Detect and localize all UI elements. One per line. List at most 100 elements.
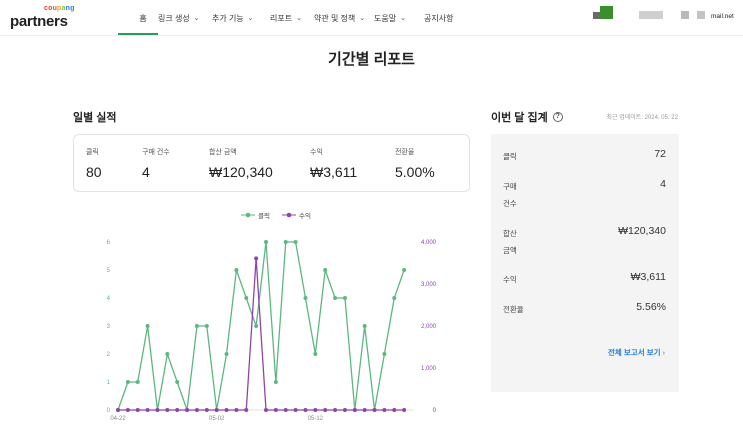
nav-item-2[interactable]: 추가 기능 ⌄ bbox=[212, 0, 270, 36]
stat-label: 합산 금액 bbox=[209, 149, 237, 156]
legend-marker-clicks-icon bbox=[241, 212, 256, 218]
stat-clicks: 클릭 80 bbox=[86, 147, 102, 180]
nav-item-6[interactable]: 공지사항 bbox=[424, 0, 468, 36]
legend-marker-earnings-icon bbox=[282, 212, 296, 218]
nav-item-5[interactable]: 도움말 ⌄ bbox=[374, 0, 424, 36]
data-point-earnings bbox=[244, 408, 249, 412]
right-axis-tick-label: 2,000 bbox=[421, 324, 437, 330]
data-point-earnings bbox=[224, 408, 229, 412]
right-axis-tick-label: 0 bbox=[433, 408, 437, 414]
data-point-clicks bbox=[194, 324, 199, 328]
chevron-down-icon: ⌄ bbox=[296, 15, 302, 22]
left-axis-tick-label: 3 bbox=[107, 324, 111, 330]
data-point-clicks bbox=[254, 324, 259, 328]
data-point-clicks bbox=[283, 240, 288, 244]
data-point-clicks bbox=[175, 380, 180, 384]
user-email: mail.net bbox=[711, 13, 734, 20]
stat-label: 전환율 bbox=[395, 149, 415, 156]
data-point-earnings bbox=[165, 408, 170, 412]
data-point-earnings bbox=[145, 408, 150, 412]
nav-label: 홈 bbox=[139, 13, 147, 23]
data-point-earnings bbox=[362, 408, 367, 412]
data-point-clicks bbox=[333, 296, 338, 300]
daily-stats-card: 클릭 80 구매 건수 4 합산 금액 ₩120,340 수익 ₩3,611 전… bbox=[73, 134, 470, 192]
monthly-title-text: 이번 달 집계 bbox=[491, 112, 548, 124]
data-point-earnings bbox=[372, 408, 377, 412]
logo-partners-text: partners bbox=[10, 13, 68, 30]
stat-label: 클릭 bbox=[86, 149, 99, 156]
chart-plot-area: 0 1 2 3 4 5 6 0 1,000 2,000 3,000 4,000 04-22 05-02 05… bbox=[107, 240, 437, 422]
user-area[interactable]: mail.net bbox=[593, 0, 743, 36]
data-point-clicks bbox=[323, 268, 328, 272]
right-axis-tick-label: 1,000 bbox=[421, 366, 437, 372]
redacted-username bbox=[639, 11, 663, 19]
data-point-earnings bbox=[234, 408, 239, 412]
data-point-clicks bbox=[204, 324, 209, 328]
stat-earnings: 수익 ₩3,611 bbox=[310, 147, 357, 180]
data-point-clicks bbox=[264, 240, 268, 244]
data-point-clicks bbox=[382, 352, 387, 356]
top-navigation-bar: coupang partners 홈 링크 생성 ⌄ 추가 기능 ⌄ 리포트 ⌄ 약관 및 정… bbox=[0, 0, 743, 36]
data-point-earnings bbox=[155, 408, 160, 412]
legend-item-earnings[interactable]: 수익 bbox=[282, 210, 311, 220]
nav-label: 공지사항 bbox=[424, 13, 454, 23]
data-point-clicks bbox=[135, 380, 140, 384]
nav-item-0[interactable]: 홈 bbox=[118, 0, 158, 36]
help-icon[interactable]: ? bbox=[552, 112, 563, 122]
data-point-earnings bbox=[333, 408, 338, 412]
chevron-down-icon: ⌄ bbox=[193, 15, 200, 22]
nav-label: 도움말 bbox=[374, 13, 397, 23]
chart-legend: 클릭 수익 bbox=[96, 208, 456, 222]
nav-label: 리포트 bbox=[270, 13, 293, 23]
x-axis-tick-label: 04-22 bbox=[110, 416, 126, 422]
left-axis-tick-label: 0 bbox=[107, 408, 111, 414]
x-axis-tick-label: 05-02 bbox=[209, 416, 225, 422]
summary-value: 4 bbox=[660, 178, 666, 190]
data-point-earnings bbox=[116, 408, 120, 412]
data-point-earnings bbox=[293, 408, 298, 412]
nav-item-1[interactable]: 링크 생성 ⌄ bbox=[158, 0, 212, 36]
data-point-clicks bbox=[342, 296, 347, 300]
data-point-earnings bbox=[392, 408, 397, 412]
left-axis-tick-label: 5 bbox=[107, 268, 111, 274]
stat-value: 4 bbox=[142, 164, 150, 180]
nav-label: 링크 생성 bbox=[158, 13, 190, 23]
stat-total-amount: 합산 금액 ₩120,340 bbox=[209, 147, 273, 180]
data-point-clicks bbox=[293, 240, 298, 244]
legend-item-clicks[interactable]: 클릭 bbox=[241, 210, 270, 220]
summary-value: 5.56% bbox=[636, 301, 666, 313]
page-title: 기간별 리포트 bbox=[328, 51, 415, 68]
right-axis-tick-label: 4,000 bbox=[421, 240, 437, 246]
avatar[interactable] bbox=[600, 6, 613, 19]
stat-label: 수익 bbox=[310, 149, 323, 156]
data-point-clicks bbox=[125, 380, 130, 384]
stat-value: 5.00% bbox=[395, 164, 435, 180]
data-point-earnings bbox=[313, 408, 318, 412]
data-point-clicks bbox=[303, 296, 308, 300]
nav-item-4[interactable]: 약관 및 정책 ⌄ bbox=[314, 0, 374, 36]
data-point-earnings bbox=[175, 408, 180, 412]
redacted-block bbox=[697, 11, 705, 19]
data-point-earnings bbox=[273, 408, 278, 412]
data-point-earnings bbox=[264, 408, 268, 412]
data-point-clicks bbox=[313, 352, 318, 356]
main-nav: 홈 링크 생성 ⌄ 추가 기능 ⌄ 리포트 ⌄ 약관 및 정책 ⌄ 도움말 ⌄ 공지사항 bbox=[118, 0, 468, 36]
nav-item-3[interactable]: 리포트 ⌄ bbox=[270, 0, 314, 36]
nav-label: 추가 기능 bbox=[212, 13, 244, 23]
data-point-earnings bbox=[214, 408, 219, 412]
data-point-clicks bbox=[273, 380, 278, 384]
chevron-down-icon: ⌄ bbox=[247, 15, 254, 22]
coupang-partners-logo[interactable]: coupang partners bbox=[10, 5, 74, 31]
left-axis-tick-label: 2 bbox=[107, 352, 111, 358]
monthly-summary-panel: 클릭 72 구매 건수 4 합산 금액 ₩120,340 수익 ₩3,611 전… bbox=[491, 134, 679, 392]
stat-value: 80 bbox=[86, 164, 102, 180]
full-report-link[interactable]: 전체 보고서 보기 › bbox=[608, 347, 665, 358]
stat-value: ₩3,611 bbox=[310, 164, 358, 180]
data-point-earnings bbox=[382, 408, 387, 412]
x-axis-tick-label: 05-12 bbox=[308, 416, 324, 422]
stat-conversion-rate: 전환율 5.00% bbox=[395, 147, 435, 180]
legend-label: 수익 bbox=[299, 213, 311, 220]
data-point-clicks bbox=[224, 352, 229, 356]
summary-label: 전환율 bbox=[503, 305, 524, 314]
data-point-clicks bbox=[392, 296, 397, 300]
